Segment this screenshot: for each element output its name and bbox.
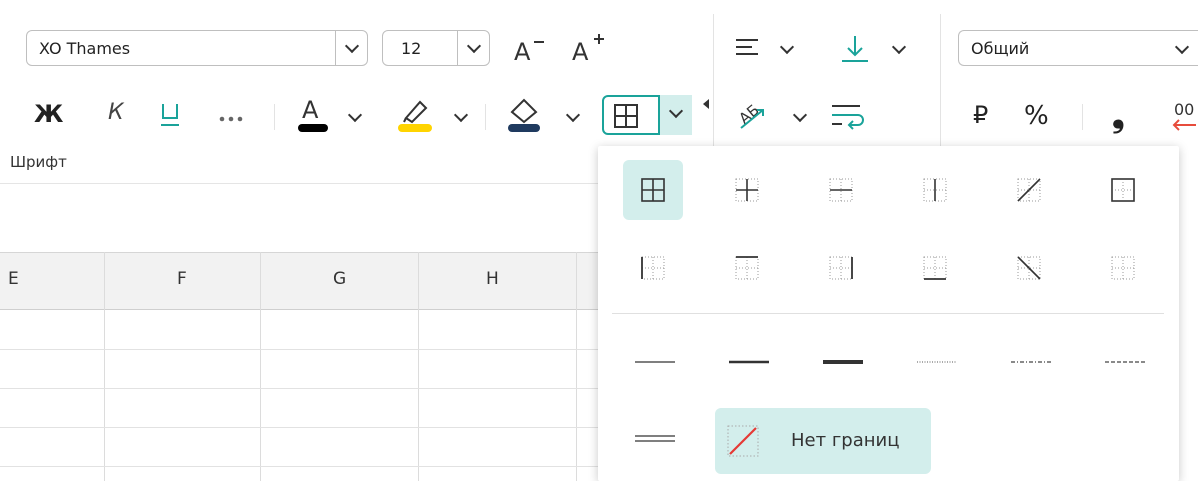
formula-area	[0, 184, 598, 252]
line-style-dashed[interactable]	[1085, 342, 1165, 382]
number-format-combo[interactable]: Общий	[958, 30, 1198, 66]
svg-text:A: A	[302, 96, 319, 124]
font-size-dropdown[interactable]	[457, 31, 490, 65]
font-size-value: 12	[401, 39, 422, 58]
chevron-down-icon[interactable]	[347, 107, 363, 123]
chevron-down-icon[interactable]	[891, 39, 907, 55]
highlight-color-button[interactable]	[396, 94, 436, 134]
italic-button[interactable]: К	[108, 100, 124, 125]
all-borders-icon[interactable]	[623, 160, 683, 220]
line-style-thick[interactable]	[803, 342, 883, 382]
chevron-down-icon[interactable]	[1174, 39, 1190, 55]
column-header-h[interactable]: H	[486, 269, 499, 289]
font-name-combo[interactable]: XO Thames	[26, 30, 368, 66]
no-borders-icon	[727, 425, 759, 457]
column-header-e[interactable]: E	[8, 269, 19, 289]
decrease-decimals-button[interactable]: 00	[1170, 100, 1198, 134]
chevron-down-icon	[344, 38, 360, 54]
inside-borders-icon[interactable]	[717, 160, 777, 220]
font-name-dropdown[interactable]	[335, 31, 368, 65]
font-group-label: Шрифт	[10, 153, 67, 171]
line-style-double[interactable]	[615, 418, 695, 458]
underline-button[interactable]	[158, 98, 182, 132]
line-style-dotted[interactable]	[897, 342, 977, 382]
top-border-icon[interactable]	[717, 238, 777, 298]
borders-button[interactable]	[602, 95, 692, 135]
font-size-combo[interactable]: 12	[382, 30, 490, 66]
left-border-icon[interactable]	[623, 238, 683, 298]
percent-button[interactable]: %	[1024, 101, 1049, 131]
all-borders-icon	[614, 104, 638, 128]
increase-font-size-icon[interactable]: A	[570, 28, 610, 66]
collapse-arrow-icon[interactable]	[703, 94, 709, 109]
line-style-medium[interactable]	[709, 342, 789, 382]
no-inner-borders-icon[interactable]	[1093, 238, 1153, 298]
no-borders-button[interactable]: Нет границ	[715, 408, 931, 474]
horizontal-align-icon[interactable]	[734, 36, 760, 60]
chevron-down-icon[interactable]	[792, 107, 808, 123]
currency-button[interactable]: ₽	[973, 101, 988, 129]
svg-text:A: A	[572, 38, 589, 64]
chevron-down-icon[interactable]	[565, 107, 581, 123]
more-icon[interactable]	[218, 110, 244, 122]
chevron-down-icon	[466, 38, 482, 54]
column-header-g[interactable]: G	[333, 269, 346, 289]
chevron-down-icon[interactable]	[779, 39, 795, 55]
diagonal-up-icon[interactable]	[999, 160, 1059, 220]
vertical-align-bottom-icon[interactable]	[840, 30, 870, 66]
fill-color-button[interactable]	[504, 94, 544, 134]
font-color-button[interactable]: A	[294, 94, 334, 134]
svg-text:A: A	[514, 38, 531, 64]
decrease-font-size-icon[interactable]: A	[512, 32, 548, 66]
bottom-border-icon[interactable]	[905, 238, 965, 298]
diagonal-down-icon[interactable]	[999, 238, 1059, 298]
text-orientation-icon[interactable]: AБ	[735, 94, 771, 134]
bold-button[interactable]: Ж	[34, 100, 63, 128]
no-borders-label: Нет границ	[791, 430, 900, 451]
line-style-dash-dot[interactable]	[991, 342, 1071, 382]
line-style-thin[interactable]	[615, 342, 695, 382]
outside-borders-icon[interactable]	[1093, 160, 1153, 220]
right-border-icon[interactable]	[811, 238, 871, 298]
inside-vertical-icon[interactable]	[905, 160, 965, 220]
inside-horizontal-icon[interactable]	[811, 160, 871, 220]
wrap-text-icon[interactable]	[828, 102, 868, 132]
column-header-row	[0, 252, 598, 310]
borders-dropdown[interactable]	[658, 95, 692, 135]
column-header-f[interactable]: F	[177, 269, 187, 289]
chevron-down-icon[interactable]	[453, 107, 469, 123]
thousands-separator-button[interactable]: ❟	[1112, 96, 1125, 135]
number-format-value: Общий	[971, 39, 1030, 58]
font-name-value: XO Thames	[39, 39, 131, 58]
chevron-down-icon	[668, 103, 684, 119]
